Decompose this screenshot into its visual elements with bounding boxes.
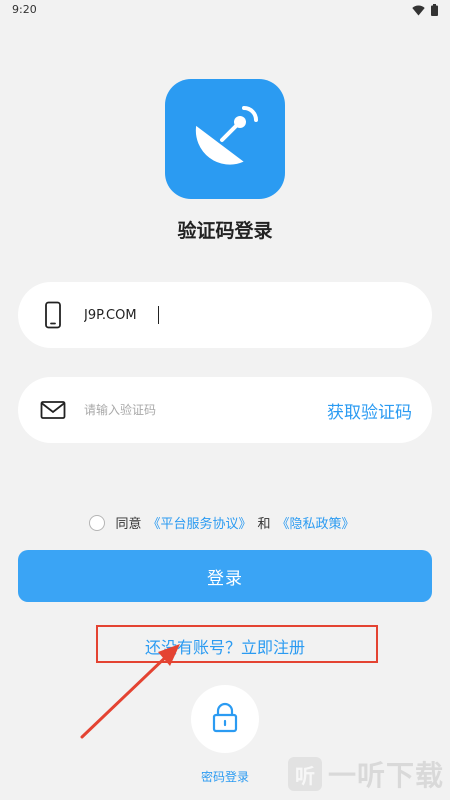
agree-prefix: 同意 xyxy=(115,517,142,532)
page-title: 验证码登录 xyxy=(177,220,273,242)
code-field[interactable]: 获取验证码 xyxy=(18,377,432,443)
wifi-icon xyxy=(412,5,425,16)
phone-field[interactable] xyxy=(18,282,432,348)
status-bar: 9:20 xyxy=(0,0,450,22)
terms-link[interactable]: 《平台服务协议》 xyxy=(147,513,251,532)
app-logo xyxy=(165,79,285,199)
mail-icon xyxy=(40,396,66,424)
phone-icon xyxy=(40,301,66,329)
agree-checkbox[interactable] xyxy=(89,514,106,531)
login-button[interactable]: 登录 xyxy=(18,550,432,602)
password-login-button[interactable] xyxy=(191,685,259,753)
text-cursor xyxy=(158,306,159,324)
privacy-link[interactable]: 《隐私政策》 xyxy=(277,513,355,532)
status-time: 9:20 xyxy=(12,3,37,16)
agreement-row: 同意 《平台服务协议》 和 《隐私政策》 xyxy=(0,513,450,532)
status-icons xyxy=(412,4,438,16)
agree-and-text: 和 xyxy=(257,517,271,532)
code-input[interactable] xyxy=(84,397,304,423)
watermark-text: 一听下载 xyxy=(327,759,444,792)
watermark-logo: 听 xyxy=(287,757,322,791)
lock-icon xyxy=(210,701,240,737)
battery-icon xyxy=(431,4,438,16)
watermark: 听 一听下载 xyxy=(287,754,444,794)
satellite-dish-icon xyxy=(180,92,270,186)
annotation-highlight-box xyxy=(96,625,378,663)
get-code-button[interactable]: 获取验证码 xyxy=(327,398,412,423)
phone-input[interactable] xyxy=(84,302,384,328)
